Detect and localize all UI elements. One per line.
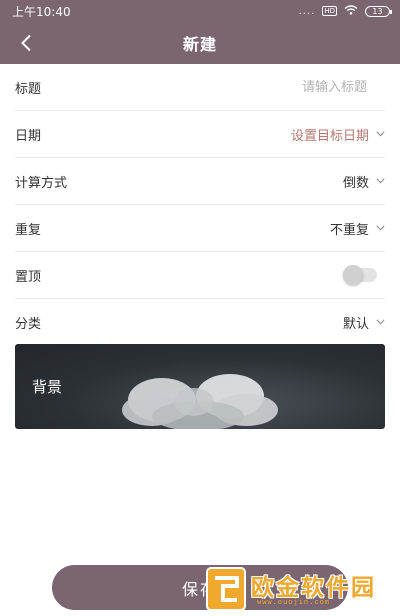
watermark-logo-icon (206, 567, 246, 611)
chevron-down-icon (375, 129, 385, 139)
page-title: 新建 (182, 35, 217, 54)
battery-icon: 13 (365, 5, 392, 17)
wifi-icon (344, 4, 358, 18)
repeat-value: 不重复 (329, 222, 369, 238)
heart-cloud-image (122, 374, 278, 429)
status-time: 上午10:40 (12, 4, 71, 19)
calc-label: 计算方式 (15, 175, 68, 191)
date-row: 日期 设置目标日期 (15, 111, 385, 158)
back-button[interactable] (12, 29, 40, 57)
chevron-down-icon (375, 317, 385, 327)
date-label: 日期 (15, 128, 42, 144)
category-row: 分类 默认 (15, 299, 385, 346)
nav-bar: 新建 (0, 22, 400, 64)
pin-label: 置顶 (15, 269, 42, 285)
calc-row: 计算方式 倒数 (15, 158, 385, 205)
category-label: 分类 (15, 316, 42, 332)
watermark: 欧金软件园 www.ouojin.com (205, 566, 395, 612)
toggle-knob (343, 265, 363, 285)
repeat-row: 重复 不重复 (15, 205, 385, 252)
background-label: 背景 (32, 378, 63, 396)
category-value: 默认 (342, 316, 369, 332)
title-row: 标题 (15, 64, 385, 111)
chevron-down-icon (375, 223, 385, 233)
watermark-text: 欧金软件园 (251, 575, 376, 601)
battery-level: 13 (372, 6, 383, 16)
repeat-selector[interactable]: 不重复 (330, 219, 385, 238)
title-input[interactable] (185, 79, 385, 95)
repeat-label: 重复 (15, 222, 42, 238)
category-selector[interactable]: 默认 (343, 313, 385, 332)
status-bar: 上午10:40 .... HD 13 (0, 0, 400, 22)
calc-value: 倒数 (342, 175, 369, 191)
title-label: 标题 (15, 81, 42, 97)
chevron-down-icon (375, 176, 385, 186)
watermark-url: www.ouojin.com (257, 598, 331, 606)
hd-icon: HD (322, 6, 337, 16)
chevron-left-icon (21, 34, 31, 52)
status-icons: .... HD 13 (298, 4, 392, 18)
pin-row: 置顶 (15, 252, 385, 299)
background-picker[interactable]: 背景 (15, 344, 385, 429)
date-value: 设置目标日期 (290, 128, 369, 144)
signal-dots-icon: .... (298, 5, 316, 17)
date-selector[interactable]: 设置目标日期 (291, 125, 385, 144)
pin-toggle[interactable] (343, 265, 377, 285)
calc-selector[interactable]: 倒数 (343, 172, 385, 191)
new-event-form: 标题 日期 设置目标日期 计算方式 倒数 重复 不重复 置顶 (15, 64, 385, 346)
